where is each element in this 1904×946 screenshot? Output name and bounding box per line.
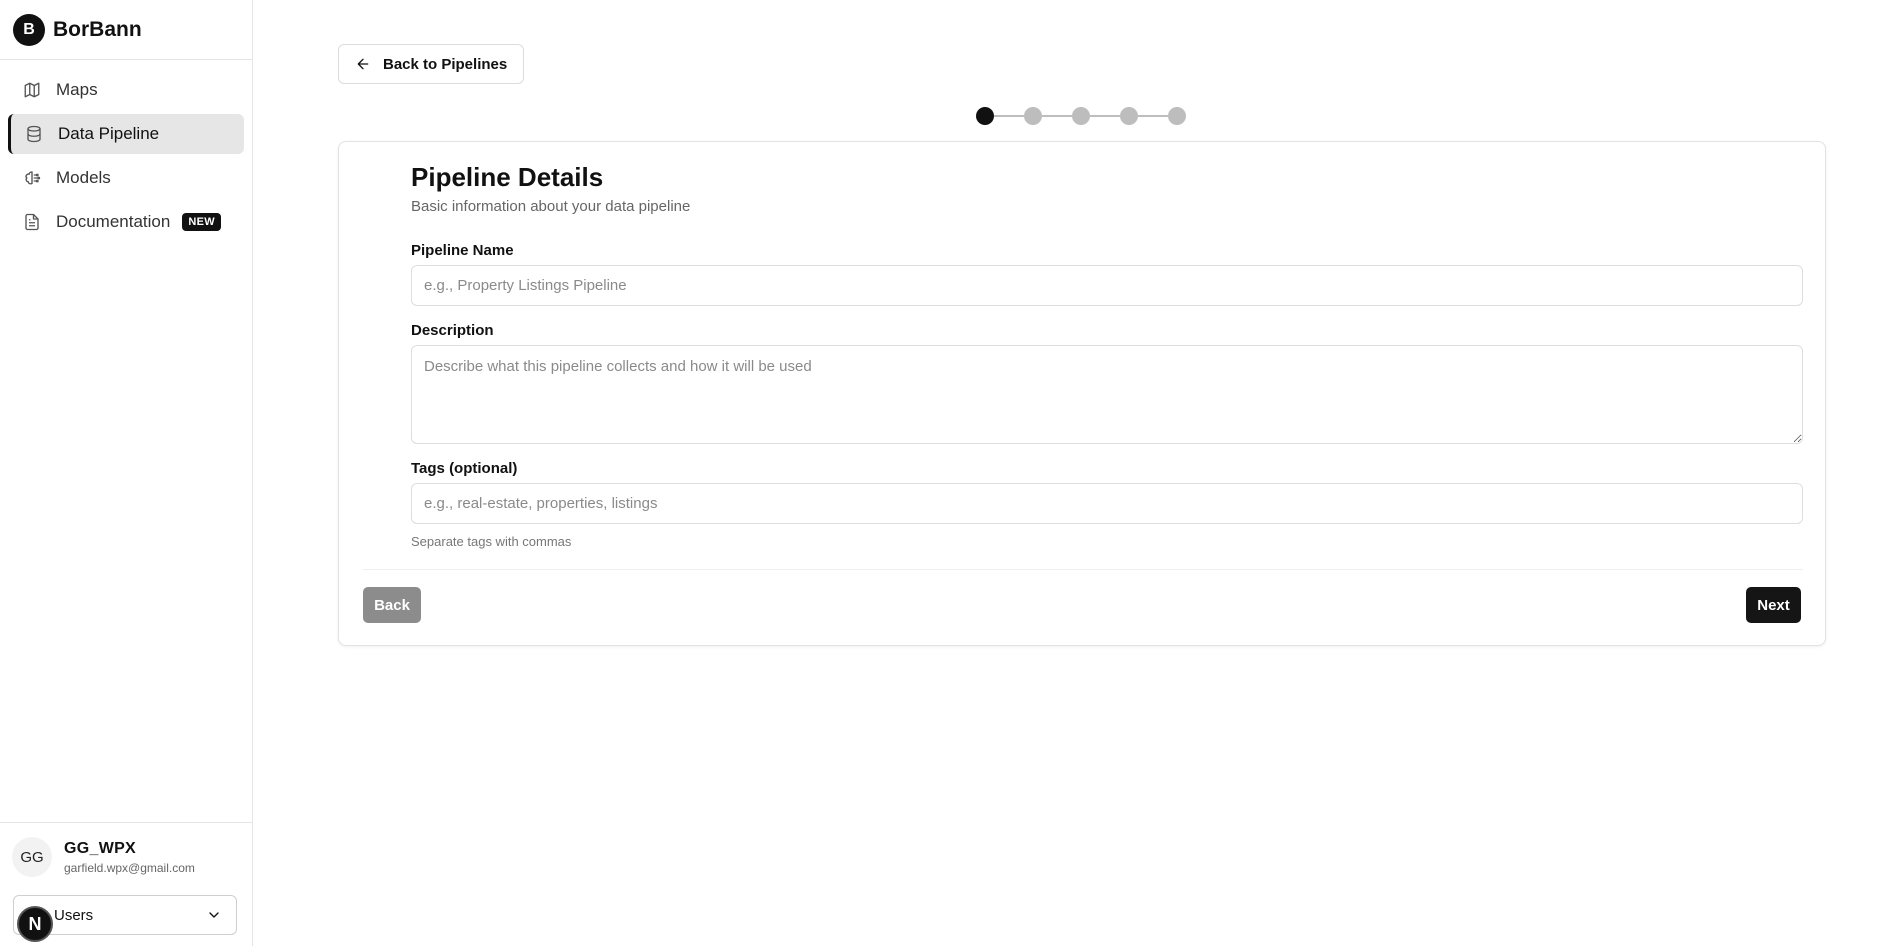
tags-helper-text: Separate tags with commas [411, 534, 572, 549]
new-badge: NEW [182, 213, 221, 231]
arrow-left-icon [357, 58, 369, 70]
step-4 [1120, 107, 1138, 125]
user-info: GG_WPX garfield.wpx@gmail.com [64, 840, 195, 875]
step-connector [994, 115, 1024, 117]
step-3 [1072, 107, 1090, 125]
back-to-pipelines-button[interactable]: Back to Pipelines [338, 44, 525, 84]
step-connector [1090, 115, 1120, 117]
avatar: GG [12, 837, 52, 877]
description-textarea[interactable] [411, 345, 1803, 444]
user-profile[interactable]: GG GG_WPX garfield.wpx@gmail.com [0, 823, 252, 877]
step-connector [1042, 115, 1072, 117]
document-icon [22, 212, 42, 232]
brand-logo: B [13, 13, 45, 46]
pipeline-form-card: Pipeline Details Basic information about… [338, 141, 1826, 646]
pipeline-details-section: Pipeline Details Basic information about… [363, 142, 1803, 570]
page-title: Pipeline Details [411, 162, 604, 192]
pipeline-name-input[interactable] [411, 265, 1803, 306]
description-label: Description [411, 322, 494, 339]
database-icon [24, 124, 44, 144]
map-icon [22, 80, 42, 100]
chevron-down-icon [209, 912, 219, 918]
tags-label: Tags (optional) [411, 460, 518, 477]
sidebar-item-documentation[interactable]: Documentation NEW [8, 202, 244, 242]
step-connector [1138, 115, 1168, 117]
sidebar-item-label: Documentation [56, 212, 171, 231]
brain-icon [22, 168, 42, 188]
user-email: garfield.wpx@gmail.com [64, 860, 195, 875]
sidebar-item-models[interactable]: Models [8, 158, 244, 198]
sidebar-item-data-pipeline[interactable]: Data Pipeline [8, 114, 244, 154]
dev-tools-badge[interactable]: N [17, 906, 53, 942]
user-name: GG_WPX [64, 839, 137, 857]
step-1 [976, 107, 994, 125]
sidebar-item-maps[interactable]: Maps [8, 70, 244, 110]
sidebar-item-label: Data Pipeline [58, 124, 160, 143]
sidebar: B BorBann Maps Data Pipeline Models Docu… [0, 0, 253, 946]
brand-name: BorBann [53, 17, 142, 41]
role-select-value: Users [54, 906, 94, 924]
tags-input[interactable] [411, 483, 1803, 524]
pipeline-name-label: Pipeline Name [411, 242, 514, 259]
sidebar-item-label: Maps [56, 80, 98, 99]
page-subtitle: Basic information about your data pipeli… [411, 198, 691, 215]
back-to-pipelines-label: Back to Pipelines [383, 55, 508, 73]
user-panel: GG GG_WPX garfield.wpx@gmail.com Users N [0, 822, 252, 946]
sidebar-item-label: Models [56, 168, 111, 187]
brand[interactable]: B BorBann [0, 0, 252, 60]
back-button[interactable]: Back [363, 587, 421, 623]
progress-stepper [976, 106, 1186, 126]
step-2 [1024, 107, 1042, 125]
next-button[interactable]: Next [1746, 587, 1801, 623]
sidebar-nav: Maps Data Pipeline Models Documentation … [0, 60, 252, 242]
step-5 [1168, 107, 1186, 125]
